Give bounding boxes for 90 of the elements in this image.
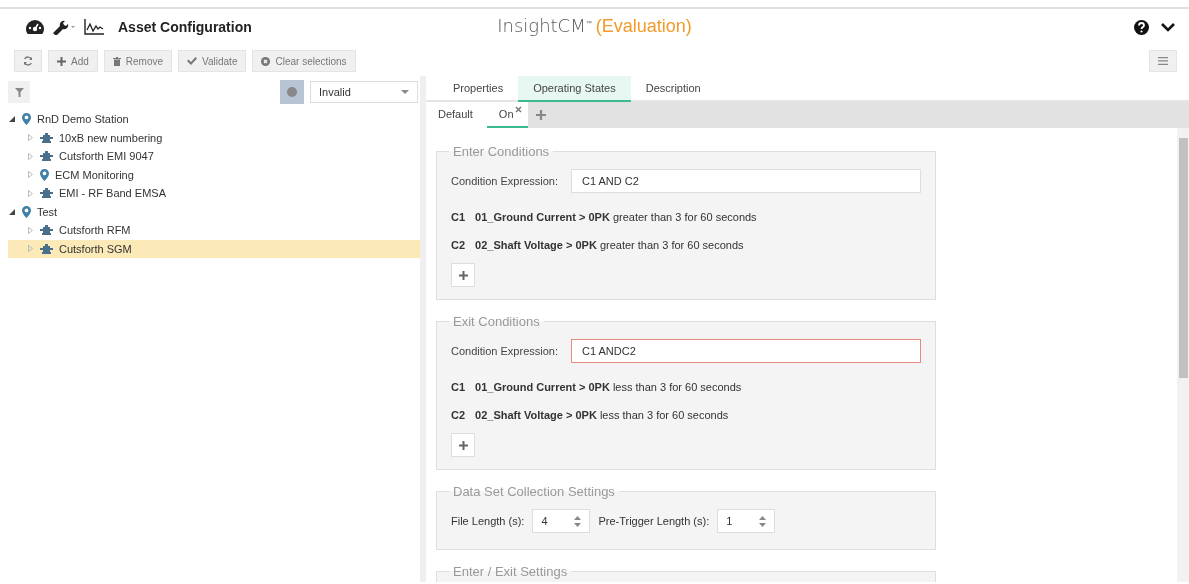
filter-icon bbox=[14, 87, 24, 97]
expand-triangle-icon[interactable] bbox=[27, 152, 33, 160]
condition-id: C1 bbox=[451, 381, 466, 393]
expand-triangle-icon[interactable] bbox=[27, 189, 33, 197]
dashboard-icon[interactable] bbox=[26, 20, 44, 34]
filter-button[interactable] bbox=[8, 81, 30, 103]
machine-icon bbox=[40, 188, 53, 199]
tree-row[interactable]: Cutsforth EMI 9047 bbox=[8, 147, 420, 166]
section-title: Exit Conditions bbox=[452, 314, 541, 329]
clear-icon bbox=[261, 56, 271, 66]
help-icon[interactable] bbox=[1134, 19, 1149, 35]
section-title: Enter / Exit Settings bbox=[452, 564, 569, 579]
add-button[interactable]: Add bbox=[48, 50, 98, 72]
plus-icon bbox=[458, 440, 468, 450]
refresh-icon bbox=[23, 56, 33, 66]
field-label: Pre-Trigger Length (s): bbox=[598, 515, 710, 527]
expand-triangle-icon[interactable] bbox=[27, 134, 33, 142]
chevron-down-icon[interactable] bbox=[1161, 22, 1175, 32]
condition-id: C2 bbox=[451, 239, 466, 251]
spinner-arrows-icon[interactable] bbox=[759, 515, 767, 527]
plus-icon bbox=[57, 56, 66, 66]
machine-icon bbox=[40, 151, 53, 162]
close-icon[interactable] bbox=[514, 106, 522, 113]
tree-label: EMI - RF Band EMSA bbox=[59, 187, 166, 200]
check-icon bbox=[187, 57, 198, 65]
page-title: Asset Configuration bbox=[118, 19, 252, 35]
machine-icon bbox=[40, 243, 53, 254]
tree-row[interactable]: Test bbox=[8, 202, 420, 221]
collapse-triangle-icon[interactable] bbox=[9, 116, 15, 123]
tree-row[interactable]: Cutsforth RFM bbox=[8, 221, 420, 240]
tree-row[interactable]: EMI - RF Band EMSA bbox=[8, 184, 420, 203]
tab[interactable]: Operating States bbox=[518, 76, 631, 102]
condition-text: 01_Ground Current > 0PK less than 3 for 60 seconds bbox=[475, 381, 742, 393]
tree-row[interactable]: RnD Demo Station bbox=[8, 110, 420, 129]
tab[interactable]: Properties bbox=[438, 76, 519, 102]
condition-text: 02_Shaft Voltage > 0PK less than 3 for 60 seconds bbox=[475, 409, 729, 421]
state-tab[interactable]: Default bbox=[426, 102, 487, 128]
add-condition-button[interactable] bbox=[451, 263, 475, 287]
menu-icon bbox=[1158, 57, 1168, 65]
expression-field[interactable]: C1 AND C2 bbox=[571, 169, 921, 193]
plus-icon bbox=[535, 110, 546, 120]
edition-label: (Evaluation) bbox=[595, 16, 692, 36]
status-dropdown[interactable]: Invalid bbox=[310, 81, 418, 103]
tree-row[interactable]: ECM Monitoring bbox=[8, 165, 420, 184]
section-title: Data Set Collection Settings bbox=[452, 484, 616, 499]
condition-text: 02_Shaft Voltage > 0PK greater than 3 for 60 seconds bbox=[475, 239, 744, 251]
field-label: File Length (s): bbox=[451, 515, 525, 527]
number-spinner[interactable]: 1 bbox=[717, 509, 776, 533]
condition-text: 01_Ground Current > 0PK greater than 3 for 60 seconds bbox=[475, 211, 757, 223]
expand-triangle-icon[interactable] bbox=[27, 171, 33, 179]
app-brand: InsightCM$^{™}$ bbox=[497, 15, 592, 36]
scrollbar[interactable] bbox=[1177, 128, 1189, 582]
condition-id: C1 bbox=[451, 211, 466, 223]
tree-label: Cutsforth EMI 9047 bbox=[59, 150, 154, 163]
tree-label: Cutsforth SGM bbox=[59, 242, 132, 255]
caret-icon bbox=[401, 90, 409, 94]
machine-icon bbox=[40, 225, 53, 236]
expand-triangle-icon[interactable] bbox=[27, 226, 33, 234]
tree-row[interactable]: 10xB new numbering bbox=[8, 128, 420, 147]
clear-button[interactable]: Clear selections bbox=[252, 50, 356, 72]
state-tab[interactable]: On bbox=[486, 102, 528, 128]
menu-button[interactable] bbox=[1149, 50, 1177, 72]
chart-line-icon[interactable] bbox=[84, 19, 104, 35]
number-spinner[interactable]: 4 bbox=[532, 509, 591, 533]
tree-row[interactable]: Cutsforth SGM bbox=[8, 239, 420, 258]
expression-field[interactable]: C1 ANDC2 bbox=[571, 339, 921, 363]
tree-label: Cutsforth RFM bbox=[59, 224, 131, 237]
field-label: Condition Expression: bbox=[451, 345, 559, 357]
spinner-arrows-icon[interactable] bbox=[574, 515, 582, 527]
tree-label: 10xB new numbering bbox=[59, 131, 163, 144]
condition-id: C2 bbox=[451, 409, 466, 421]
plus-icon bbox=[458, 270, 468, 280]
location-pin-icon bbox=[40, 168, 49, 181]
add-condition-button[interactable] bbox=[451, 433, 475, 457]
wrench-icon[interactable] bbox=[52, 19, 76, 35]
machine-icon bbox=[40, 132, 53, 143]
tree-label: RnD Demo Station bbox=[37, 113, 129, 126]
tree-label: Test bbox=[37, 205, 58, 218]
refresh-button[interactable] bbox=[14, 50, 42, 72]
section-title: Enter Conditions bbox=[452, 144, 551, 159]
tree-label: ECM Monitoring bbox=[55, 168, 134, 181]
trash-icon bbox=[112, 56, 121, 66]
collapse-triangle-icon[interactable] bbox=[9, 208, 15, 215]
remove-button[interactable]: Remove bbox=[103, 50, 173, 72]
location-pin-icon bbox=[22, 113, 31, 126]
location-pin-icon bbox=[22, 205, 31, 218]
validate-button[interactable]: Validate bbox=[178, 50, 247, 72]
status-dot-icon bbox=[287, 87, 297, 97]
tab[interactable]: Description bbox=[630, 76, 716, 102]
field-label: Condition Expression: bbox=[451, 175, 559, 187]
